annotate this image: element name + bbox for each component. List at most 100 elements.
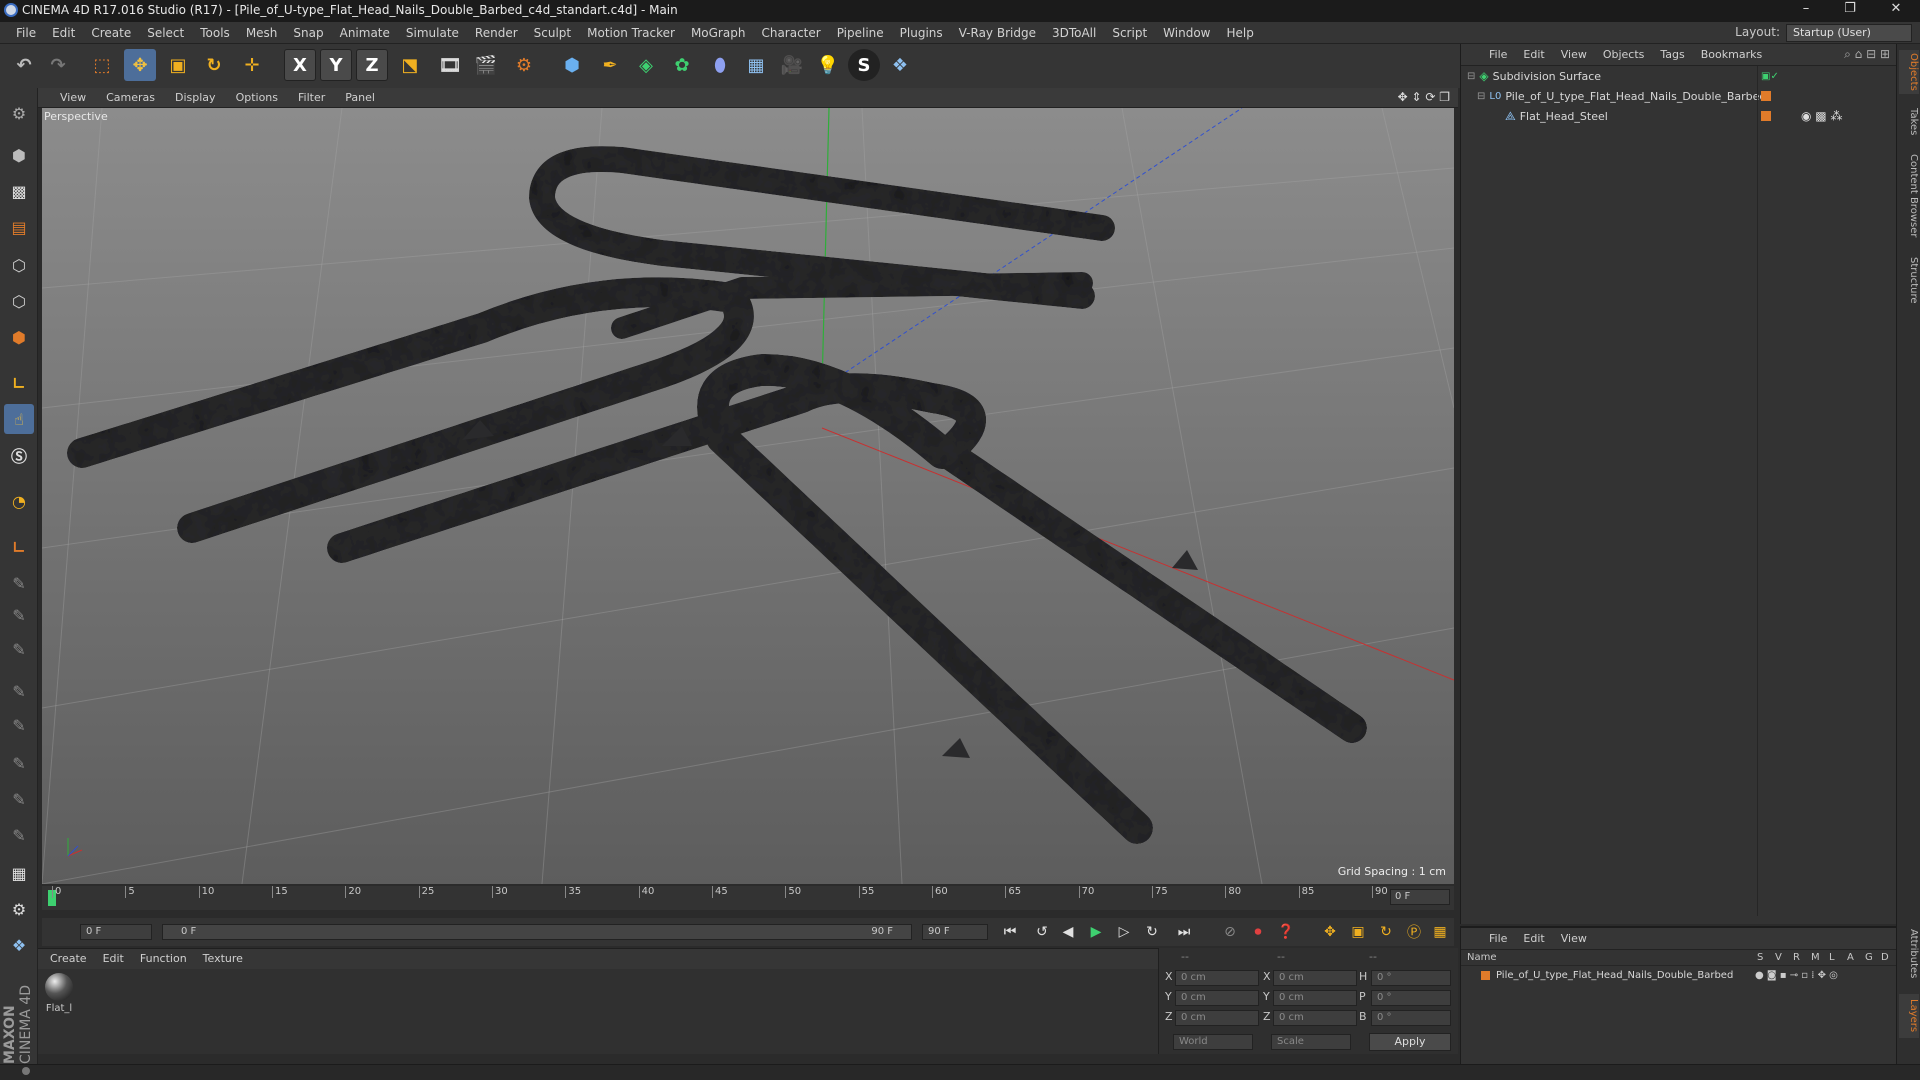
sculpt-brush-6-icon[interactable]: ✎ bbox=[4, 748, 34, 778]
key-position-icon[interactable]: ✥ bbox=[1318, 921, 1342, 943]
pos-y-field[interactable]: 0 cm bbox=[1175, 990, 1259, 1006]
material-swatch[interactable]: Flat_l bbox=[42, 973, 76, 1014]
objects-menu-view[interactable]: View bbox=[1553, 45, 1595, 65]
start-frame-field[interactable]: 0 F bbox=[80, 924, 152, 940]
undo-icon[interactable]: ↶ bbox=[8, 49, 40, 81]
python-icon[interactable]: ❖ bbox=[884, 49, 916, 81]
sculpt-brush-4-icon[interactable]: ✎ bbox=[4, 676, 34, 706]
next-key-icon[interactable]: ↻ bbox=[1140, 921, 1164, 943]
pos-z-field[interactable]: 0 cm bbox=[1175, 1010, 1259, 1026]
maximize-button[interactable]: ❐ bbox=[1830, 1, 1870, 21]
render-view-icon[interactable]: 🎞 bbox=[434, 49, 466, 81]
play-icon[interactable]: ▶ bbox=[1084, 921, 1108, 943]
rot-b-field[interactable]: 0 ° bbox=[1371, 1010, 1451, 1026]
deformer-mode-icon[interactable]: ⚙ bbox=[4, 894, 34, 924]
menu-edit[interactable]: Edit bbox=[44, 22, 83, 44]
material-menu-create[interactable]: Create bbox=[42, 949, 95, 969]
layer-toggle-icons[interactable]: ● ◙ ▪ ⊸ ▫ ⁞ ✥ ◎ bbox=[1755, 970, 1838, 981]
objects-menu-edit[interactable]: Edit bbox=[1515, 45, 1552, 65]
menu-mesh[interactable]: Mesh bbox=[238, 22, 286, 44]
key-scale-icon[interactable]: ▣ bbox=[1346, 921, 1370, 943]
object-row-pile[interactable]: ⊟ L0 Pile_of_U_type_Flat_Head_Nails_Doub… bbox=[1461, 86, 1897, 106]
sculpt-brush-2-icon[interactable]: ✎ bbox=[4, 600, 34, 630]
record-keys-icon[interactable]: ⊘ bbox=[1218, 921, 1242, 943]
grid-lock-icon[interactable]: ▦ bbox=[4, 858, 34, 888]
layer-row[interactable]: Pile_of_U_type_Flat_Head_Nails_Double_Ba… bbox=[1461, 966, 1896, 984]
size-z-field[interactable]: 0 cm bbox=[1273, 1010, 1357, 1026]
collapse-icon[interactable]: ⊟ bbox=[1477, 91, 1485, 102]
menu-vray-bridge[interactable]: V-Ray Bridge bbox=[951, 22, 1044, 44]
menu-help[interactable]: Help bbox=[1218, 22, 1261, 44]
redo-icon[interactable]: ↷ bbox=[42, 49, 74, 81]
menu-create[interactable]: Create bbox=[83, 22, 139, 44]
viewport-menu-panel[interactable]: Panel bbox=[335, 88, 385, 108]
workplane-icon[interactable]: ∟ bbox=[4, 532, 34, 562]
next-frame-icon[interactable]: ▷ bbox=[1112, 921, 1136, 943]
search-icon[interactable]: ⌕ ⌂ ⊟ ⊞ bbox=[1844, 47, 1890, 62]
x-axis-lock-button[interactable]: X bbox=[284, 49, 316, 81]
3d-viewport[interactable]: Perspective Grid Spacing : 1 cm bbox=[42, 108, 1454, 884]
model-mode-icon[interactable]: ⬢ bbox=[4, 140, 34, 170]
objects-menu-file[interactable]: File bbox=[1481, 45, 1515, 65]
texture-mode-icon[interactable]: ▩ bbox=[4, 176, 34, 206]
live-selection-icon[interactable]: ⬚ bbox=[86, 49, 118, 81]
objects-menu-tags[interactable]: Tags bbox=[1652, 45, 1692, 65]
scale-tool-icon[interactable]: ▣ bbox=[162, 49, 194, 81]
timeline-ruler[interactable]: 0 5 10 15 20 25 30 35 40 45 50 55 60 65 … bbox=[42, 886, 1454, 910]
menu-select[interactable]: Select bbox=[139, 22, 192, 44]
make-editable-icon[interactable]: ⚙ bbox=[4, 98, 34, 128]
key-pla-icon[interactable]: ▦ bbox=[1428, 921, 1452, 943]
key-parameter-icon[interactable]: Ⓟ bbox=[1402, 921, 1426, 943]
points-mode-icon[interactable]: ⬡ bbox=[4, 250, 34, 280]
pos-x-field[interactable]: 0 cm bbox=[1175, 970, 1259, 986]
keyframe-selection-icon[interactable]: ❓ bbox=[1274, 921, 1298, 943]
tab-content-browser[interactable]: Content Browser bbox=[1899, 148, 1919, 244]
go-to-start-icon[interactable]: ⏮ bbox=[998, 921, 1022, 943]
sculpt-brush-5-icon[interactable]: ✎ bbox=[4, 710, 34, 740]
layer-color-swatch[interactable] bbox=[1481, 970, 1490, 980]
sculpt-brush-8-icon[interactable]: ✎ bbox=[4, 820, 34, 850]
layer-color-tag[interactable] bbox=[1761, 111, 1771, 121]
cube-primitive-icon[interactable]: ⬢ bbox=[556, 49, 588, 81]
menu-sculpt[interactable]: Sculpt bbox=[526, 22, 579, 44]
previous-frame-icon[interactable]: ◀ bbox=[1056, 921, 1080, 943]
menu-3dtoall[interactable]: 3DToAll bbox=[1044, 22, 1104, 44]
viewport-menu-view[interactable]: View bbox=[50, 88, 96, 108]
material-menu-edit[interactable]: Edit bbox=[95, 949, 132, 969]
menu-render[interactable]: Render bbox=[467, 22, 526, 44]
workplane-mode-icon[interactable]: ▤ bbox=[4, 212, 34, 242]
material-menu-function[interactable]: Function bbox=[132, 949, 195, 969]
menu-motion-tracker[interactable]: Motion Tracker bbox=[579, 22, 683, 44]
object-row-subdivision[interactable]: ⊟ ◈ Subdivision Surface ▣✓ bbox=[1461, 66, 1897, 86]
vray-icon[interactable]: S bbox=[848, 49, 880, 81]
tab-attributes[interactable]: Attributes bbox=[1899, 924, 1919, 984]
size-x-field[interactable]: 0 cm bbox=[1273, 970, 1357, 986]
deformer-icon[interactable]: ⬮ bbox=[704, 49, 736, 81]
coord-system-select[interactable]: World bbox=[1173, 1034, 1253, 1050]
edges-mode-icon[interactable]: ⬡ bbox=[4, 286, 34, 316]
apply-button[interactable]: Apply bbox=[1369, 1033, 1451, 1051]
coordinate-system-icon[interactable]: ⬔ bbox=[394, 49, 426, 81]
menu-tools[interactable]: Tools bbox=[192, 22, 238, 44]
menu-mograph[interactable]: MoGraph bbox=[683, 22, 754, 44]
layers-menu-edit[interactable]: Edit bbox=[1515, 929, 1552, 949]
objects-menu-bookmarks[interactable]: Bookmarks bbox=[1693, 45, 1770, 65]
move-tool-icon[interactable]: ✥ bbox=[124, 49, 156, 81]
python-script-icon[interactable]: ❖ bbox=[4, 930, 34, 960]
material-tag-icon[interactable]: ◉ ▩ ⁂ bbox=[1801, 109, 1842, 123]
array-generator-icon[interactable]: ✿ bbox=[666, 49, 698, 81]
end-frame-field[interactable]: 90 F bbox=[922, 924, 988, 940]
current-frame-field[interactable]: 0 F bbox=[1390, 889, 1450, 905]
transform-tool-icon[interactable]: ✛ bbox=[236, 49, 268, 81]
viewport-navigation-icons[interactable]: ✥ ⇕ ⟳ ❐ bbox=[1398, 90, 1450, 104]
menu-file[interactable]: File bbox=[8, 22, 44, 44]
menu-plugins[interactable]: Plugins bbox=[892, 22, 951, 44]
menu-simulate[interactable]: Simulate bbox=[398, 22, 467, 44]
key-rotation-icon[interactable]: ↻ bbox=[1374, 921, 1398, 943]
frame-range-slider[interactable]: 0 F 90 F bbox=[162, 924, 912, 940]
menu-snap[interactable]: Snap bbox=[285, 22, 331, 44]
axis-mode-icon[interactable]: ∟ bbox=[4, 368, 34, 398]
magnet-icon[interactable]: ◔ bbox=[4, 486, 34, 516]
menu-character[interactable]: Character bbox=[753, 22, 828, 44]
size-y-field[interactable]: 0 cm bbox=[1273, 990, 1357, 1006]
